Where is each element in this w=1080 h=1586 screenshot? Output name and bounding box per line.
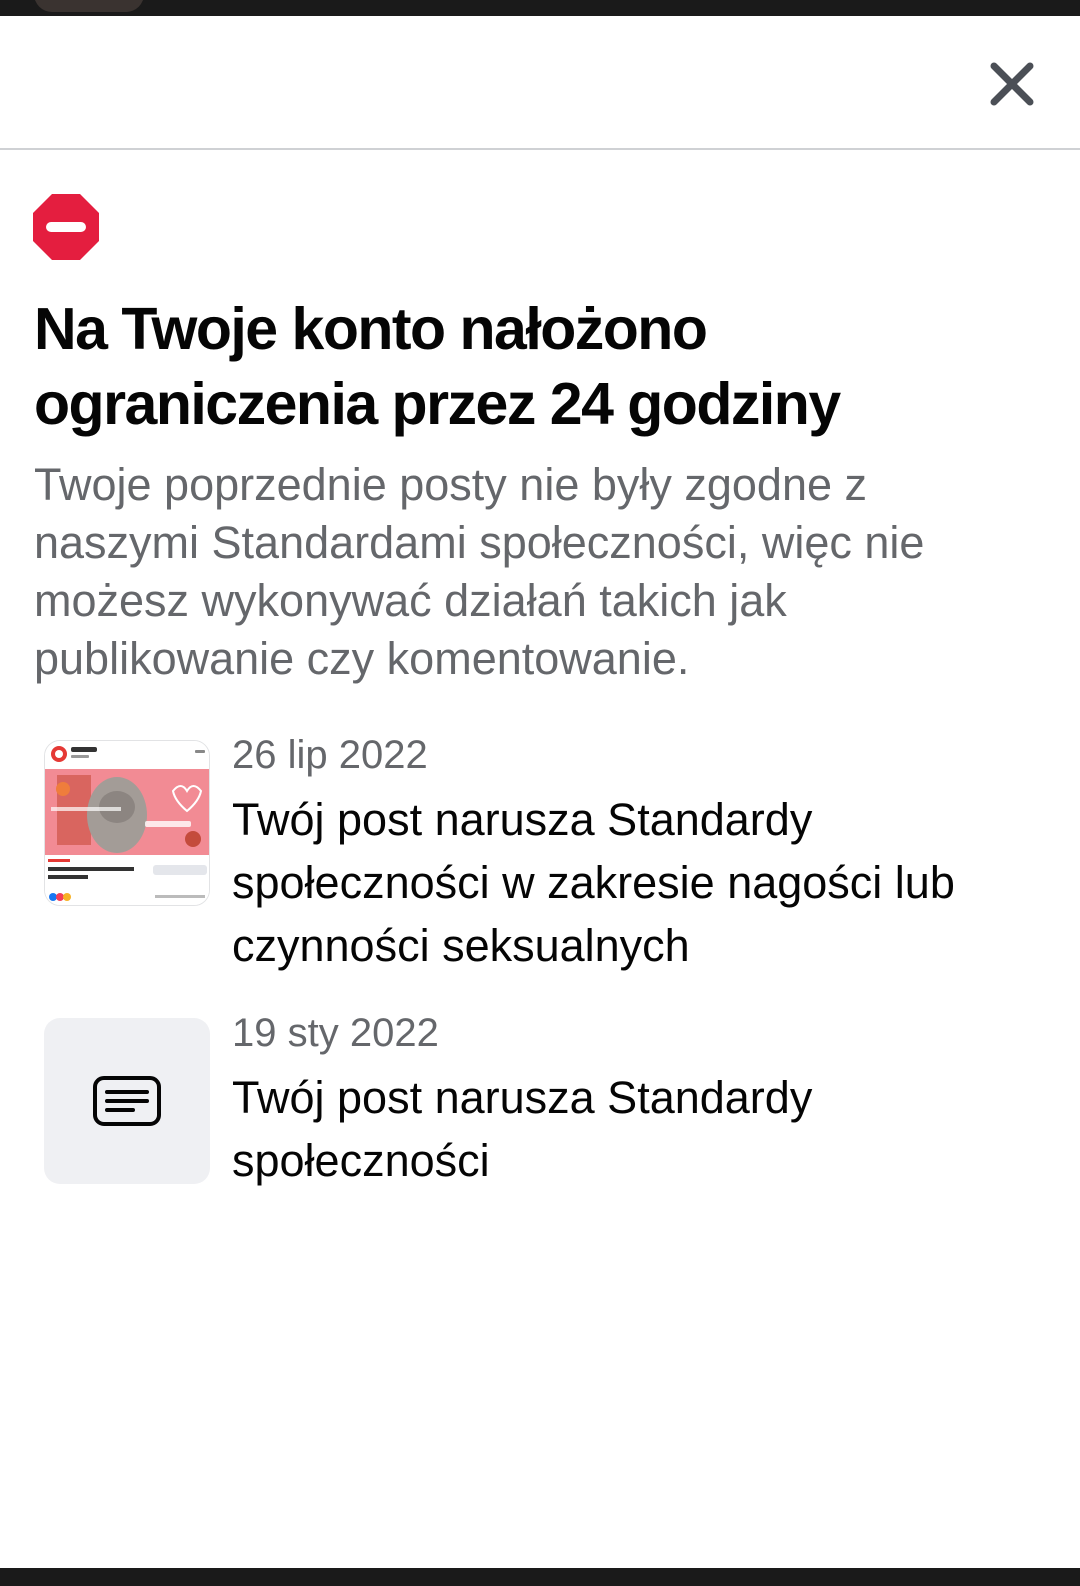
restriction-description: Twoje poprzednie posty nie były zgodne z…: [34, 459, 925, 684]
bottom-strip: [0, 1568, 1080, 1586]
post-preview-graphic: [45, 741, 209, 905]
dialog-header: [0, 16, 1080, 150]
close-button[interactable]: [988, 60, 1036, 108]
avatar: [34, 0, 144, 12]
violation-reason: Twój post narusza Standardy społeczności: [232, 1072, 813, 1186]
violation-date: 26 lip 2022: [232, 733, 428, 777]
text-post-thumbnail: [44, 1018, 210, 1184]
no-entry-icon: [33, 194, 99, 260]
violation-reason: Twój post narusza Standardy społeczności…: [232, 794, 955, 971]
violation-text: 19 sty 2022 Twój post narusza Standardy …: [232, 1010, 1042, 1192]
post-preview-image: [44, 740, 210, 906]
violation-date: 19 sty 2022: [232, 1011, 439, 1055]
top-status-strip: [0, 0, 1080, 16]
violation-text: 26 lip 2022 Twój post narusza Standardy …: [232, 732, 1042, 977]
close-icon: [990, 62, 1034, 106]
restriction-title: Na Twoje konto nałożono ograniczenia prz…: [34, 296, 841, 437]
text-post-icon: [93, 1076, 161, 1126]
